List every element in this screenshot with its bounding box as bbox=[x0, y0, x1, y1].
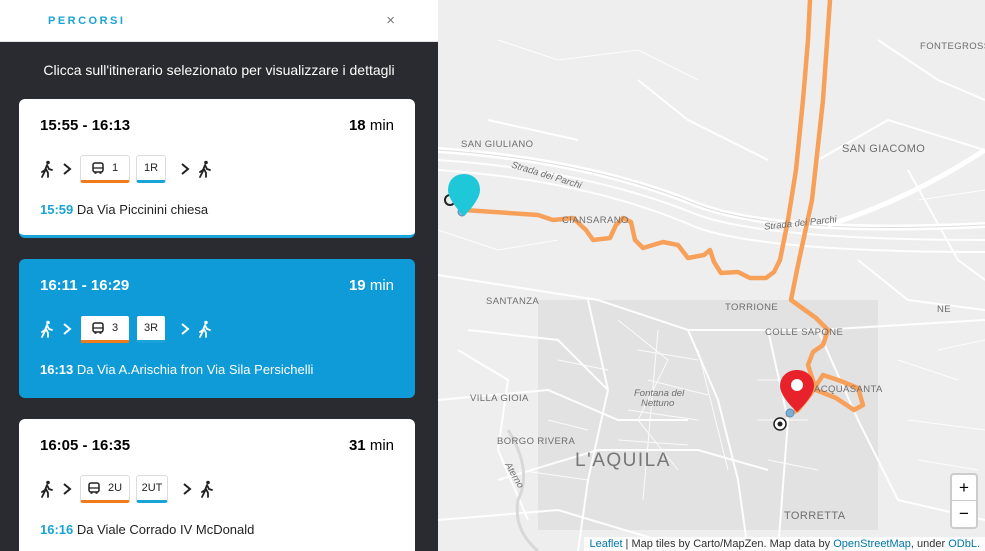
map-label: TORRETTA bbox=[784, 510, 846, 522]
departure-info: 16:16 Da Viale Corrado IV McDonald bbox=[40, 522, 255, 537]
bus-line-badge: 3 bbox=[80, 315, 130, 343]
itinerary-time: 16:11 - 16:29 bbox=[40, 277, 130, 294]
walk-icon bbox=[40, 480, 54, 498]
map-label: BORGO RIVERA bbox=[497, 436, 576, 447]
chevron-right-icon bbox=[180, 480, 194, 498]
map-label: SAN GIACOMO bbox=[842, 143, 926, 155]
itinerary-steps: 3 3R bbox=[40, 314, 394, 344]
chevron-right-icon bbox=[60, 320, 74, 338]
itinerary-duration: 31 min bbox=[348, 437, 394, 454]
map-label: SANTANZA bbox=[486, 296, 540, 307]
map-label: ACQUASANTA bbox=[814, 384, 883, 395]
destination-marker-icon[interactable] bbox=[778, 368, 816, 414]
bus-line-number: 3 bbox=[111, 322, 119, 334]
itinerary-sidebar: PERCORSI × Clicca sull'itinerario selezi… bbox=[0, 0, 438, 551]
departure-info: 15:59 Da Via Piccinini chiesa bbox=[40, 202, 209, 217]
city-label: L'AQUILA bbox=[575, 450, 671, 471]
bus-line-badge: 1 bbox=[80, 155, 130, 183]
route-code-badge: 1R bbox=[136, 155, 166, 183]
route-code-badge: 2UT bbox=[136, 475, 168, 503]
itinerary-duration: 19 min bbox=[348, 277, 394, 294]
leaflet-link[interactable]: Leaflet bbox=[589, 538, 622, 550]
departure-info: 16:13 Da Via A.Arischia fron Via Sila Pe… bbox=[40, 362, 314, 377]
route-code-badge: 3R bbox=[136, 315, 166, 343]
zoom-out-button[interactable]: − bbox=[952, 501, 976, 527]
map-attribution: Leaflet | Map tiles by Carto/MapZen. Map… bbox=[584, 537, 985, 551]
map-label: FONTEGROSSA bbox=[920, 41, 985, 52]
map-label: TORRIONE bbox=[725, 302, 779, 313]
chevron-right-icon bbox=[178, 160, 192, 178]
map-label: SAN GIULIANO bbox=[461, 139, 534, 150]
walk-icon bbox=[40, 320, 54, 338]
itinerary-card[interactable]: 16:05 - 16:35 31 min 2U 2UT 16:16 Da Via… bbox=[19, 419, 415, 551]
bus-icon bbox=[92, 162, 104, 174]
itinerary-time: 16:05 - 16:35 bbox=[40, 437, 131, 454]
bus-icon bbox=[92, 322, 104, 334]
close-button[interactable]: × bbox=[386, 12, 395, 29]
bus-line-number: 2U bbox=[107, 482, 123, 494]
itinerary-steps: 1 1R bbox=[40, 154, 394, 184]
bus-line-number: 1 bbox=[111, 162, 119, 174]
itinerary-duration: 18 min bbox=[348, 117, 394, 134]
walk-icon bbox=[40, 160, 54, 178]
itinerary-time: 15:55 - 16:13 bbox=[40, 117, 131, 134]
sidebar-header: PERCORSI × bbox=[0, 0, 438, 42]
map-label: COLLE SAPONE bbox=[765, 327, 844, 338]
map-label: NE bbox=[937, 304, 951, 315]
walk-icon bbox=[198, 320, 212, 338]
map-label: CIANSARANO bbox=[562, 215, 629, 226]
itinerary-card-selected[interactable]: 16:11 - 16:29 19 min 3 3R 16:13 Da Via A… bbox=[19, 259, 415, 398]
origin-marker-icon[interactable] bbox=[446, 172, 482, 218]
itinerary-steps: 2U 2UT bbox=[40, 474, 394, 504]
openstreetmap-link[interactable]: OpenStreetMap bbox=[833, 538, 911, 550]
odbl-link[interactable]: ODbL. bbox=[948, 538, 980, 550]
sidebar-title: PERCORSI bbox=[48, 14, 126, 27]
bus-icon bbox=[88, 482, 100, 494]
chevron-right-icon bbox=[178, 320, 192, 338]
chevron-right-icon bbox=[60, 480, 74, 498]
bus-line-badge: 2U bbox=[80, 475, 130, 503]
walk-icon bbox=[198, 160, 212, 178]
itinerary-card[interactable]: 15:55 - 16:13 18 min 1 1R 15:59 Da Via P… bbox=[19, 99, 415, 238]
zoom-control: + − bbox=[950, 473, 978, 529]
zoom-in-button[interactable]: + bbox=[952, 475, 976, 501]
instruction-text: Clicca sull'itinerario selezionato per v… bbox=[43, 62, 395, 78]
map-label: Nettuno bbox=[641, 398, 675, 409]
chevron-right-icon bbox=[60, 160, 74, 178]
walk-icon bbox=[200, 480, 214, 498]
route-map[interactable]: FONTEGROSSA SAN GIULIANO SAN GIACOMO Str… bbox=[438, 0, 985, 551]
map-tiles bbox=[438, 0, 985, 551]
map-label: VILLA GIOIA bbox=[470, 393, 529, 404]
